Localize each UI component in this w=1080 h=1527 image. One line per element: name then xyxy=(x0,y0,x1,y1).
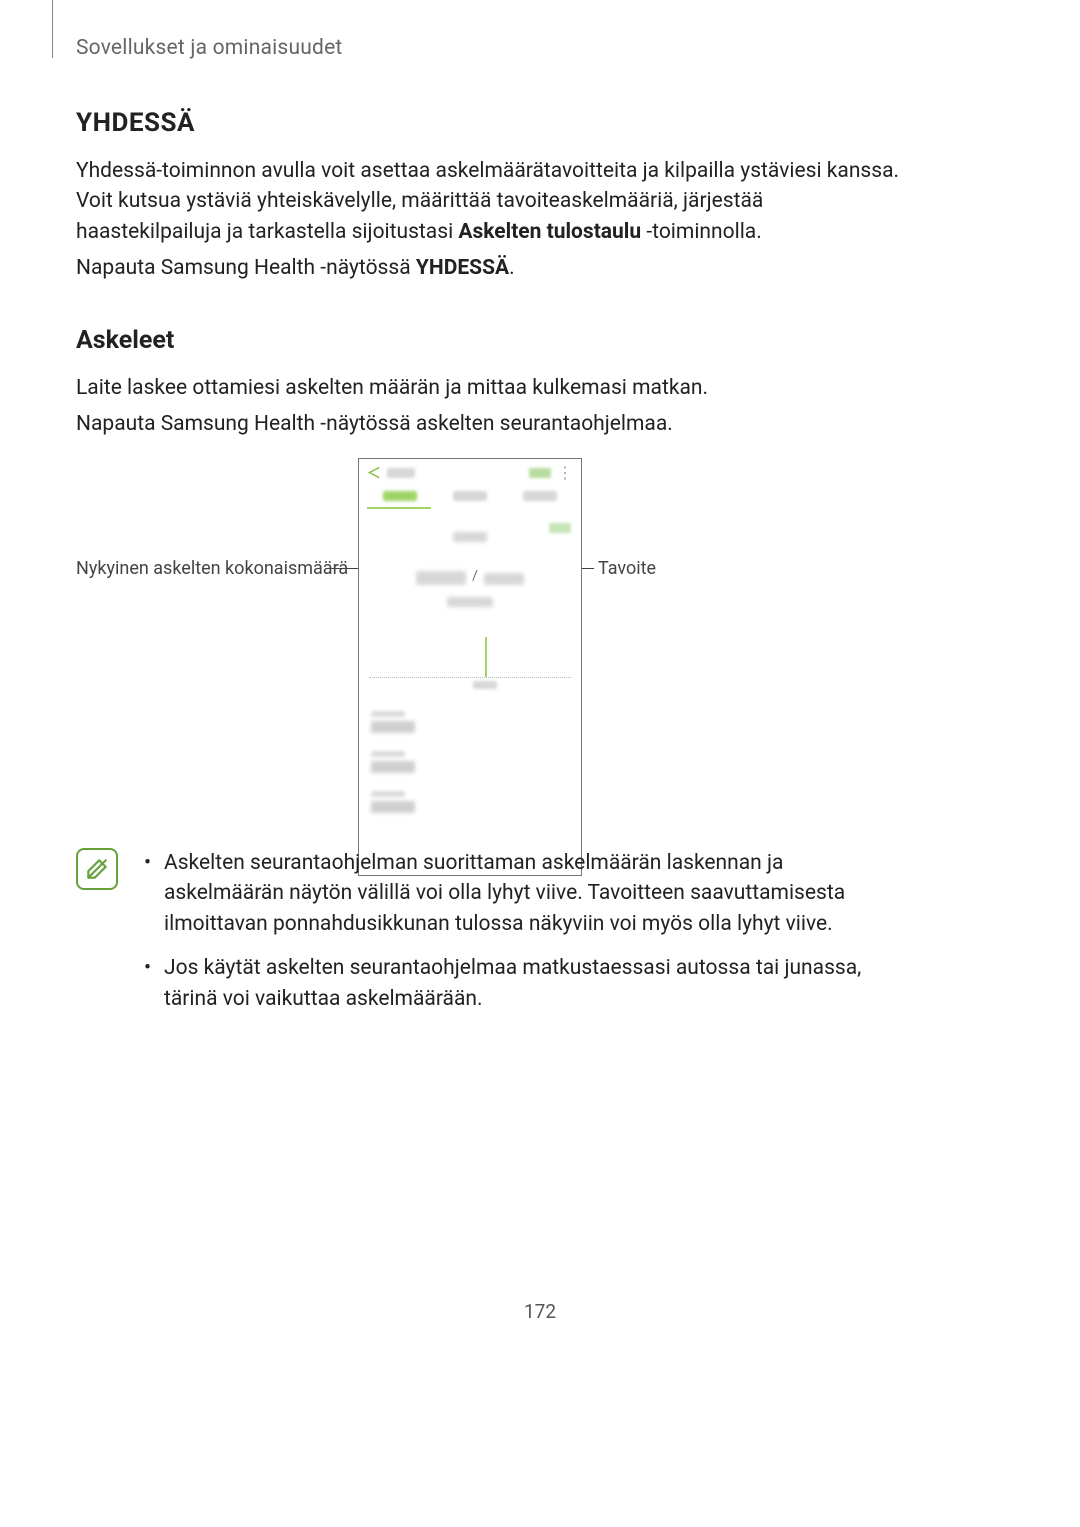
vertical-rule xyxy=(52,0,53,58)
list-item xyxy=(371,711,569,733)
callout-target-label: Tavoite xyxy=(598,558,656,579)
main-content: YHDESSÄ Yhdessä-toiminnon avulla voit as… xyxy=(76,108,906,888)
paragraph-askeleet-1: Laite laskee ottamiesi askelten määrän j… xyxy=(76,373,906,403)
phone-unit-placeholder xyxy=(447,597,493,607)
text-bold-askelten-tulostaulu: Askelten tulostaulu xyxy=(458,220,641,244)
note-bullet-2: Jos käytät askelten seurantaohjelmaa mat… xyxy=(140,953,906,1014)
stat-value-placeholder xyxy=(371,761,415,773)
page-header: Sovellukset ja ominaisuudet xyxy=(76,36,342,60)
chart-baseline xyxy=(369,677,571,678)
text-bold-yhdessa: YHDESSÄ xyxy=(416,256,509,280)
list-item xyxy=(371,751,569,773)
phone-small-label-placeholder xyxy=(453,532,487,542)
callout-current-steps-label: Nykyinen askelten kokonaismäärä xyxy=(76,558,348,579)
more-options-icon[interactable]: ⋮ xyxy=(557,468,573,478)
paragraph-askeleet-2: Napauta Samsung Health -näytössä askelte… xyxy=(76,409,906,439)
phone-action-placeholder xyxy=(529,468,551,478)
phone-tab-2[interactable] xyxy=(453,491,487,501)
chart-peak-bar xyxy=(485,637,487,677)
note-list: Askelten seurantaohjelman suorittaman as… xyxy=(140,848,906,1028)
stat-value-placeholder xyxy=(371,801,415,813)
note-icon xyxy=(76,848,118,890)
phone-mockup-frame: ＜ ⋮ / xyxy=(358,458,582,876)
stat-label-placeholder xyxy=(371,711,405,717)
page-number: 172 xyxy=(0,1300,1080,1323)
stat-label-placeholder xyxy=(371,751,405,757)
count-divider-slash: / xyxy=(472,568,478,584)
list-item xyxy=(371,791,569,813)
phone-current-count-placeholder xyxy=(416,571,466,585)
paragraph-yhdessa-2: Napauta Samsung Health -näytössä YHDESSÄ… xyxy=(76,253,906,283)
phone-target-count-placeholder xyxy=(484,573,524,585)
heading-askeleet: Askeleet xyxy=(76,326,906,355)
chart-x-label-placeholder xyxy=(473,681,497,689)
phone-chart xyxy=(369,631,571,693)
pencil-note-icon xyxy=(84,856,110,882)
phone-title-placeholder xyxy=(387,468,415,478)
note-bullet-1: Askelten seurantaohjelman suorittaman as… xyxy=(140,848,906,939)
note-block: Askelten seurantaohjelman suorittaman as… xyxy=(76,848,906,1028)
text-fragment: Napauta Samsung Health -näytössä xyxy=(76,256,416,280)
phone-tab-1[interactable] xyxy=(383,491,417,501)
stat-value-placeholder xyxy=(371,721,415,733)
back-chevron-icon[interactable]: ＜ xyxy=(367,463,381,483)
phone-tabs xyxy=(359,483,581,501)
stat-label-placeholder xyxy=(371,791,405,797)
text-fragment: . xyxy=(509,256,515,280)
text-fragment: -toiminnolla. xyxy=(641,220,762,244)
phone-top-bar: ＜ ⋮ xyxy=(359,459,581,483)
phone-tab-3[interactable] xyxy=(523,491,557,501)
diagram-step-tracker: Nykyinen askelten kokonaismäärä Tavoite … xyxy=(76,458,906,888)
heading-yhdessa: YHDESSÄ xyxy=(76,108,906,138)
phone-center-area: / xyxy=(359,509,581,611)
phone-date-placeholder xyxy=(549,523,571,533)
phone-stat-list xyxy=(359,693,581,813)
paragraph-yhdessa-1: Yhdessä-toiminnon avulla voit asettaa as… xyxy=(76,156,906,247)
